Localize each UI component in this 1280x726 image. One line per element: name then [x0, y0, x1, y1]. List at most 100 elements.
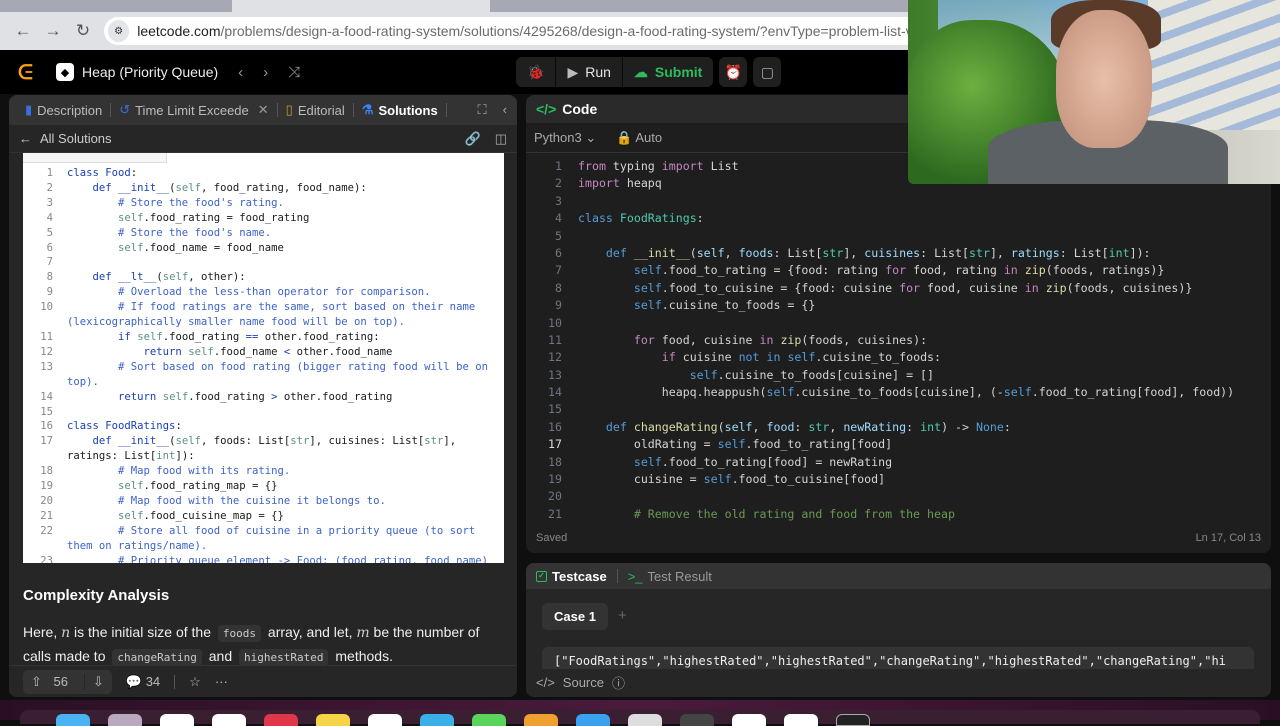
description-icon: ▮ — [25, 102, 33, 117]
dock-app-icon[interactable] — [56, 714, 90, 726]
code-line: 12 return self.food_name < other.food_na… — [23, 345, 504, 360]
line-number: 19 — [40, 480, 53, 493]
code-line: 16 class FoodRatings: — [23, 419, 504, 434]
line-number: 15 — [40, 405, 53, 418]
dock-app-icon[interactable] — [264, 714, 298, 726]
problem-list-title[interactable]: Heap (Priority Queue) — [82, 64, 218, 80]
dock-app-icon[interactable] — [368, 714, 402, 726]
comments-button[interactable]: 💬 34 — [126, 674, 160, 690]
editor-line[interactable]: 10 — [526, 315, 1271, 332]
editor-line[interactable]: 15 — [526, 401, 1271, 418]
dock-app-icon[interactable] — [160, 714, 194, 726]
site-info-icon[interactable]: ⚙ — [108, 20, 130, 42]
complexity-heading: Complexity Analysis — [23, 587, 170, 604]
line-number: 9 — [555, 298, 562, 313]
tab-test-result[interactable]: >_ Test Result — [628, 569, 712, 584]
browser-tab-active[interactable] — [232, 0, 490, 12]
collapse-icon[interactable]: ‹ — [503, 102, 507, 118]
dock-app-icon[interactable] — [732, 714, 766, 726]
upvote-button[interactable]: ⇧ 56 — [23, 674, 84, 690]
tab-testcase[interactable]: ✓ Testcase — [536, 569, 607, 584]
url-host: leetcode.com — [137, 23, 221, 39]
shuffle-icon[interactable]: ⤨ — [288, 64, 300, 81]
editor-line[interactable]: 17 oldRating = self.food_to_rating[food] — [526, 436, 1271, 453]
editor-line[interactable]: 4 class FoodRatings: — [526, 210, 1271, 227]
left-panel: ▮ Description ↺ Time Limit Exceede ✕ ▯ Edito… — [9, 95, 517, 697]
dock-app-icon[interactable] — [576, 714, 610, 726]
editor-line[interactable]: 6 def __init__(self, foods: List[str], c… — [526, 245, 1271, 262]
code-editor[interactable]: 1 from typing import List 2 import heapq 3 4… — [526, 153, 1271, 523]
editor-line[interactable]: 5 — [526, 228, 1271, 245]
editor-line[interactable]: 14 heapq.heappush(self.cuisine_to_foods[… — [526, 384, 1271, 401]
tab-editorial[interactable]: ▯ Editorial — [278, 102, 353, 118]
testcase-input[interactable]: ["FoodRatings","highestRated","highestRa… — [542, 647, 1254, 669]
editor-line[interactable]: 13 self.cuisine_to_foods[cuisine] = [] — [526, 367, 1271, 384]
editor-line[interactable]: 11 for food, cuisine in zip(foods, cuisi… — [526, 332, 1271, 349]
line-text: import heapq — [578, 176, 662, 191]
case-1-tab[interactable]: Case 1 — [542, 603, 608, 630]
editor-line[interactable]: 12 if cuisine not in self.cuisine_to_foo… — [526, 349, 1271, 366]
prev-problem-icon[interactable]: ‹ — [238, 64, 243, 81]
language-select[interactable]: Python3 ⌄ — [534, 130, 596, 146]
forward-icon[interactable]: → — [38, 21, 68, 41]
back-icon[interactable]: ← — [8, 21, 38, 41]
dock-app-icon[interactable] — [680, 714, 714, 726]
leetcode-logo-icon[interactable]: ᕮ — [18, 62, 38, 84]
line-number: 18 — [40, 465, 53, 478]
dock-app-icon[interactable] — [420, 714, 454, 726]
submit-button[interactable]: ☁ Submit — [623, 57, 713, 87]
notes-button[interactable]: ▢ — [753, 57, 782, 87]
line-number: 23 — [40, 554, 53, 563]
dock-app-icon[interactable] — [628, 714, 662, 726]
editor-line[interactable]: 18 self.food_to_rating[food] = newRating — [526, 454, 1271, 471]
auto-mode[interactable]: 🔒 Auto — [616, 130, 662, 146]
dock-app-icon[interactable] — [472, 714, 506, 726]
editor-line[interactable]: 9 self.cuisine_to_foods = {} — [526, 297, 1271, 314]
line-text: def __init__(self, foods: List[str], cui… — [67, 435, 463, 463]
favorite-star-icon[interactable]: ☆ — [189, 674, 201, 690]
tab-label: Description — [37, 102, 103, 118]
dock-app-icon[interactable] — [836, 714, 870, 726]
problem-list-icon: ◆ — [56, 63, 74, 81]
line-text: if self.food_rating == other.food_rating… — [118, 330, 380, 343]
dock-app-icon[interactable] — [524, 714, 558, 726]
run-button[interactable]: ▶ Run — [556, 57, 623, 87]
reload-icon[interactable]: ↻ — [68, 21, 98, 41]
split-view-icon[interactable]: ◫ — [495, 131, 507, 147]
editor-line[interactable]: 21 # Remove the old rating and food from… — [526, 506, 1271, 523]
help-icon[interactable]: ⓘ — [612, 673, 625, 692]
dock-app-icon[interactable] — [212, 714, 246, 726]
add-case-icon[interactable]: + — [618, 607, 627, 624]
editor-line[interactable]: 20 — [526, 488, 1271, 505]
line-text: class Food: — [67, 167, 138, 179]
line-text: return self.food_rating > other.food_rat… — [118, 390, 393, 403]
dock-app-icon[interactable] — [108, 714, 142, 726]
link-icon[interactable]: 🔗 — [465, 131, 481, 147]
next-problem-icon[interactable]: › — [263, 64, 268, 81]
more-options-icon[interactable]: ··· — [215, 674, 228, 689]
maximize-icon[interactable]: ⛶ — [478, 102, 487, 118]
debug-button[interactable]: 🐞 — [516, 57, 557, 87]
back-arrow-icon[interactable]: ← — [19, 131, 32, 146]
all-solutions-link[interactable]: All Solutions — [40, 131, 112, 146]
tab-description[interactable]: ▮ Description — [17, 102, 110, 118]
dock-app-icon[interactable] — [316, 714, 350, 726]
timer-button[interactable]: ⏰ — [719, 57, 748, 87]
editor-line[interactable]: 19 cuisine = self.food_to_cuisine[food] — [526, 471, 1271, 488]
tab-time-limit-exceeded[interactable]: ↺ Time Limit Exceede ✕ — [111, 102, 276, 118]
editor-line[interactable]: 3 — [526, 193, 1271, 210]
close-icon[interactable]: ✕ — [258, 102, 269, 118]
source-link[interactable]: Source — [563, 675, 604, 690]
tab-solutions[interactable]: ⚗ Solutions — [354, 102, 446, 118]
line-number: 22 — [40, 524, 53, 537]
address-bar[interactable]: ⚙ leetcode.com/problems/design-a-food-ra… — [104, 17, 924, 45]
dock-app-icon[interactable] — [784, 714, 818, 726]
editor-line[interactable]: 8 self.food_to_cuisine = {food: cuisine … — [526, 280, 1271, 297]
line-text: def __init__(self, food_rating, food_nam… — [92, 181, 367, 194]
line-text — [562, 315, 585, 332]
editor-line[interactable]: 16 def changeRating(self, food: str, new… — [526, 419, 1271, 436]
downvote-button[interactable]: ⇩ — [83, 673, 112, 690]
editor-line[interactable]: 7 self.food_to_rating = {food: rating fo… — [526, 262, 1271, 279]
line-text: self.food_name = food_name — [118, 241, 284, 254]
saved-status: Saved — [536, 532, 568, 544]
